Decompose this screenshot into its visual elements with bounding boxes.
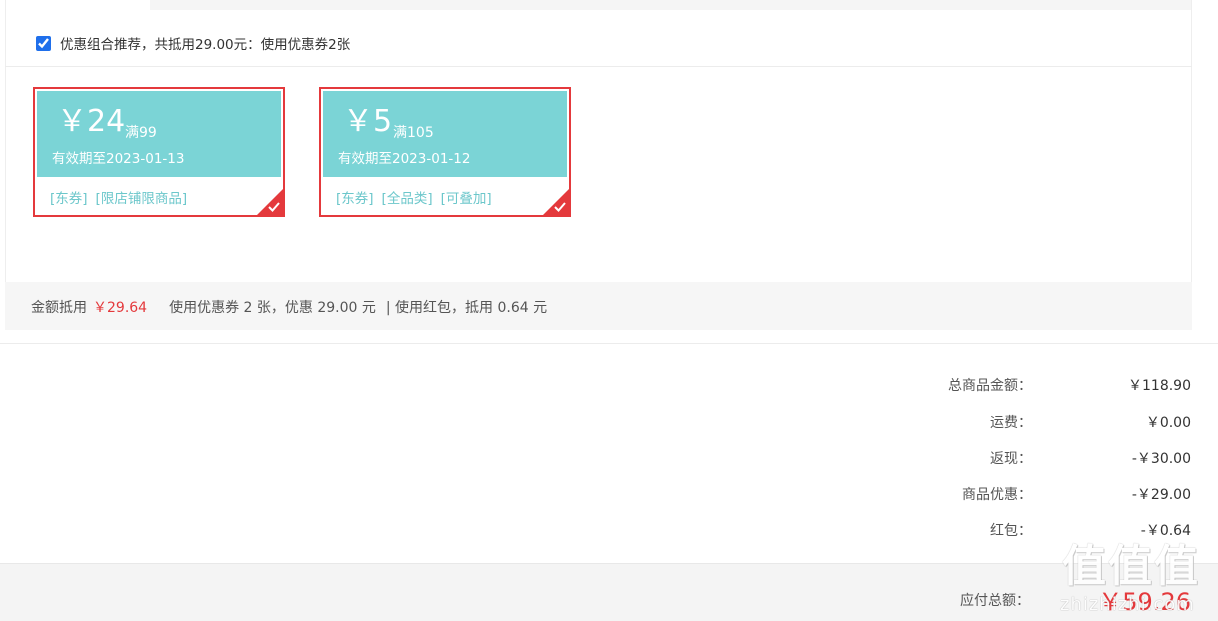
row-label: 红包： bbox=[990, 523, 1032, 539]
row-label: 总商品金额： bbox=[948, 378, 1032, 394]
coupon-tag: [可叠加] bbox=[440, 191, 492, 207]
total-row-shipping: 运费： ￥0.00 bbox=[0, 412, 1218, 432]
recommend-checkbox[interactable] bbox=[36, 35, 51, 51]
watermark-logo: 值值值 zhizhizhi.com bbox=[1060, 541, 1210, 616]
watermark-site: zhizhizhi.com bbox=[1060, 594, 1195, 615]
coupon-amount: ￥5 bbox=[343, 104, 393, 139]
row-label: 返现： bbox=[990, 451, 1032, 467]
coupon-valid-until: 有效期至2023-01-12 bbox=[338, 151, 471, 167]
recommend-option[interactable]: 优惠组合推荐，共抵用29.00元：使用优惠券2张 bbox=[36, 32, 350, 54]
row-value: -￥0.64 bbox=[1140, 523, 1191, 539]
divider bbox=[5, 66, 1192, 67]
summary-label: 金额抵用 bbox=[31, 300, 87, 316]
total-row-redpacket: 红包： -￥0.64 bbox=[0, 520, 1218, 540]
total-row-goods: 总商品金额： ￥118.90 bbox=[0, 375, 1218, 395]
recommend-text: 优惠组合推荐，共抵用29.00元：使用优惠券2张 bbox=[60, 37, 351, 53]
row-value: -￥29.00 bbox=[1131, 487, 1191, 503]
coupon-tag: [东券] bbox=[336, 191, 374, 207]
total-row-cashback: 返现： -￥30.00 bbox=[0, 448, 1218, 468]
coupon-tags: [东券] [限店铺限商品] bbox=[50, 187, 195, 207]
coupon-card[interactable]: ￥24 满99 有效期至2023-01-13 [东券] [限店铺限商品] bbox=[33, 87, 285, 217]
selected-check-icon bbox=[543, 189, 569, 215]
row-label: 运费： bbox=[990, 415, 1032, 431]
row-label: 商品优惠： bbox=[962, 487, 1032, 503]
summary-coupon-text: 使用优惠券 2 张，优惠 29.00 元 bbox=[169, 300, 376, 316]
coupon-tag: [全品类] bbox=[381, 191, 433, 207]
coupon-condition: 满105 bbox=[393, 125, 434, 141]
divider bbox=[0, 343, 1218, 344]
summary-amount: ￥29.64 bbox=[93, 300, 148, 316]
summary-redpacket-text: | 使用红包，抵用 0.64 元 bbox=[385, 300, 548, 316]
coupon-condition: 满99 bbox=[125, 125, 157, 141]
coupon-valid-until: 有效期至2023-01-13 bbox=[52, 151, 185, 167]
row-value: ￥118.90 bbox=[1128, 378, 1191, 394]
coupon-tag: [东券] bbox=[50, 191, 88, 207]
coupon-header: ￥5 满105 有效期至2023-01-12 bbox=[321, 89, 569, 177]
row-value: ￥0.00 bbox=[1145, 415, 1191, 431]
coupon-amount: ￥24 bbox=[57, 104, 126, 139]
payable-label: 应付总额： bbox=[960, 593, 1030, 609]
payable-total-bar: 应付总额： ￥59.26 bbox=[0, 563, 1218, 621]
coupon-card[interactable]: ￥5 满105 有效期至2023-01-12 [东券] [全品类] [可叠加] bbox=[319, 87, 571, 217]
coupon-tags: [东券] [全品类] [可叠加] bbox=[336, 187, 500, 207]
coupon-tag: [限店铺限商品] bbox=[95, 191, 188, 207]
coupon-header: ￥24 满99 有效期至2023-01-13 bbox=[35, 89, 283, 177]
row-value: -￥30.00 bbox=[1131, 451, 1191, 467]
discount-summary: 金额抵用 ￥29.64 使用优惠券 2 张，优惠 29.00 元 | 使用红包，抵用 … bbox=[31, 297, 547, 317]
discount-summary-bar: 金额抵用 ￥29.64 使用优惠券 2 张，优惠 29.00 元 | 使用红包，抵用 … bbox=[5, 282, 1192, 330]
watermark-glyphs: 值值值 bbox=[1062, 541, 1200, 592]
total-row-discount: 商品优惠： -￥29.00 bbox=[0, 484, 1218, 504]
selected-check-icon bbox=[257, 189, 283, 215]
